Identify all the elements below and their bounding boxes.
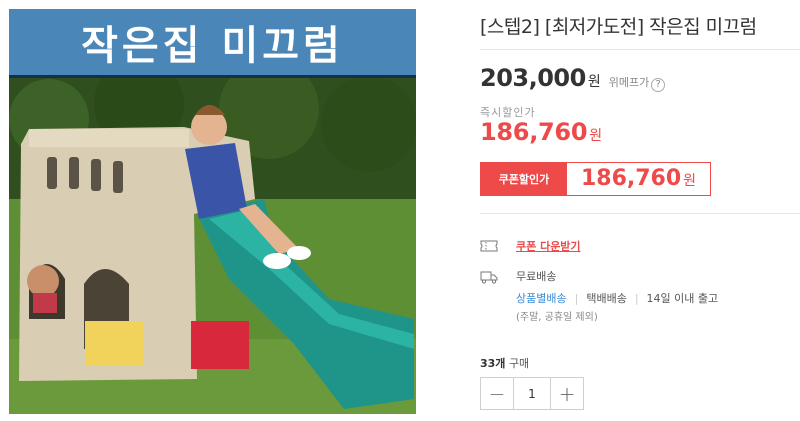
- original-price-unit: 원: [587, 74, 601, 90]
- shipping-title: 무료배송: [516, 270, 557, 283]
- coupon-download-link[interactable]: 쿠폰 다운받기: [516, 238, 581, 254]
- coupon-download-row: 쿠폰 다운받기: [480, 238, 581, 254]
- shipping-meta: 상품별배송 | 택배배송 | 14일 이내 출고: [516, 288, 718, 308]
- coupon-price: 186,760: [580, 166, 682, 191]
- coupon-icon: [480, 240, 498, 252]
- purchase-count-suffix: 구매: [508, 357, 530, 370]
- image-banner: 작은집 미끄럼: [9, 9, 416, 75]
- image-banner-text: 작은집 미끄럼: [81, 23, 344, 69]
- separator: |: [574, 291, 579, 305]
- original-price: 203,000: [480, 64, 586, 92]
- quantity-increase-button[interactable]: +: [551, 378, 583, 409]
- quantity-input[interactable]: 1: [513, 378, 551, 409]
- instant-price-unit: 원: [589, 128, 603, 144]
- quantity-decrease-button[interactable]: −: [481, 378, 513, 409]
- instant-price-row: 186,760 원: [480, 118, 602, 146]
- image-banner-divider: [9, 75, 416, 78]
- help-icon[interactable]: ?: [651, 78, 666, 92]
- purchase-count-value: 33개: [480, 357, 506, 370]
- coupon-price-value: 186,760 원: [567, 163, 710, 195]
- title-divider: [480, 49, 800, 50]
- shipping-note: (주말, 공휴일 제외): [516, 312, 598, 323]
- quantity-stepper: − 1 +: [480, 377, 584, 410]
- original-price-row: 203,000 원 위메프가 ?: [480, 64, 666, 92]
- coupon-price-box: 쿠폰할인가 186,760 원: [480, 162, 711, 196]
- shipping-method: 상품별배송: [516, 292, 567, 305]
- wemake-price-label: 위메프가: [608, 76, 650, 89]
- truck-icon: [480, 271, 498, 284]
- product-info-panel: [스텝2] [최저가도전] 작은집 미끄럼 203,000 원 위메프가 ? 즉…: [480, 0, 800, 421]
- shipping-carrier: 택배배송: [586, 292, 627, 305]
- purchase-count: 33개 구매: [480, 355, 529, 371]
- product-image[interactable]: 작은집 미끄럼: [9, 9, 416, 414]
- coupon-price-label: 쿠폰할인가: [481, 163, 567, 195]
- instant-discount-price: 186,760: [480, 118, 588, 146]
- coupon-price-unit: 원: [683, 173, 697, 189]
- product-title: [스텝2] [최저가도전] 작은집 미끄럼: [480, 16, 757, 38]
- section-divider: [480, 213, 800, 214]
- shipping-dispatch: 14일 이내 출고: [646, 292, 719, 305]
- separator: |: [634, 291, 639, 305]
- shipping-info: 무료배송 상품별배송 | 택배배송 | 14일 이내 출고 (주말, 공휴일 제…: [480, 268, 718, 323]
